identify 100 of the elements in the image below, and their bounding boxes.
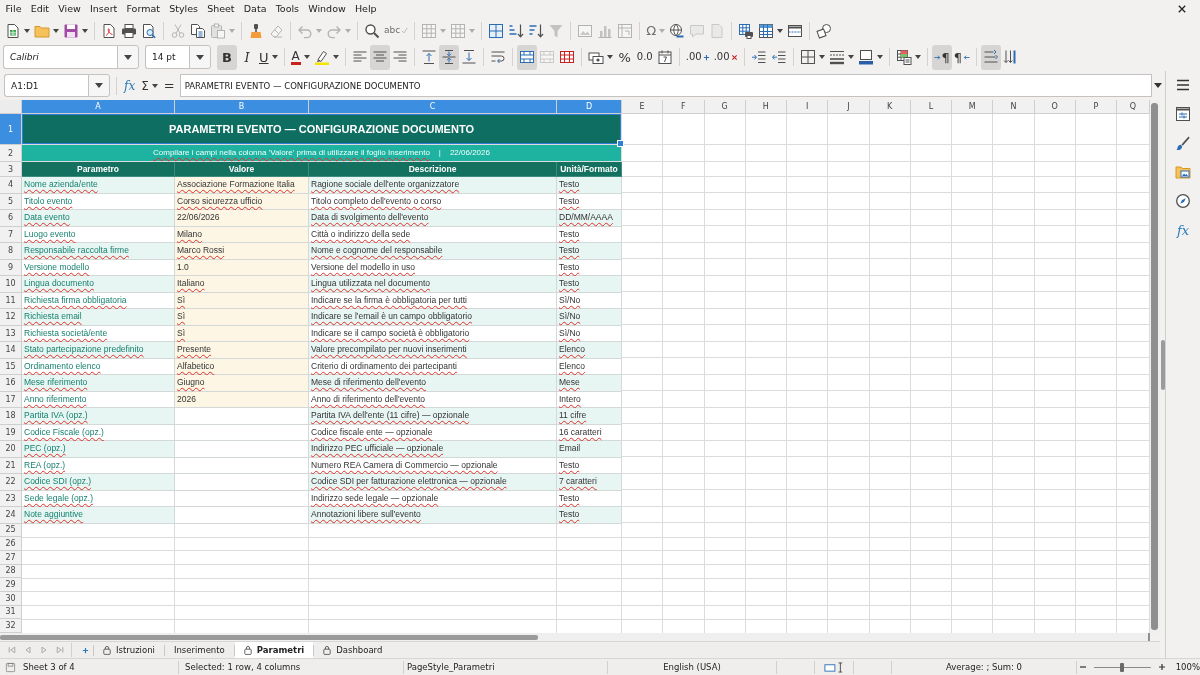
table-cell[interactable] — [175, 441, 309, 458]
menu-item[interactable]: Insert — [85, 1, 122, 17]
row-header[interactable]: 24 — [0, 507, 22, 524]
selection-mode-icon[interactable] — [824, 661, 844, 673]
row-header[interactable]: 18 — [0, 408, 22, 425]
menu-item[interactable]: File — [1, 1, 27, 17]
table-cell[interactable]: Presente — [175, 342, 309, 359]
table-cell[interactable]: Mese — [557, 375, 622, 392]
menu-item[interactable]: Edit — [26, 1, 54, 17]
table-cell[interactable]: Lingua utilizzata nel documento — [309, 276, 557, 293]
table-cell[interactable]: Indicare se il campo società è obbligatorio — [309, 325, 557, 342]
align-middle-button[interactable] — [438, 44, 459, 70]
row-header[interactable]: 12 — [0, 309, 22, 326]
table-cell[interactable]: Testo — [557, 490, 622, 507]
column-header[interactable]: J — [828, 100, 870, 114]
merge-center-button[interactable] — [516, 44, 537, 70]
row-header[interactable]: 20 — [0, 441, 22, 458]
row-header[interactable]: 3 — [0, 162, 22, 177]
table-cell[interactable]: Titolo evento — [22, 193, 175, 210]
table-cell[interactable]: Numero REA Camera di Commercio — opzionale — [309, 457, 557, 474]
scrollbar-thumb[interactable] — [0, 634, 538, 640]
menu-item[interactable]: Sheet — [202, 1, 240, 17]
merged-title-cell[interactable]: PARAMETRI EVENTO — CONFIGURAZIONE DOCUMENTO — [22, 114, 622, 145]
row-header[interactable]: 8 — [0, 243, 22, 260]
table-cell[interactable]: 7 caratteri — [557, 474, 622, 491]
row-header[interactable]: 10 — [0, 276, 22, 293]
menu-item[interactable]: Help — [350, 1, 382, 17]
table-cell[interactable]: Mese riferimento — [22, 375, 175, 392]
zoom-level[interactable]: 100% — [1175, 662, 1200, 672]
sidebar-handle[interactable] — [1160, 339, 1165, 390]
menu-item[interactable]: Format — [121, 1, 165, 17]
table-cell[interactable]: Lingua documento — [22, 276, 175, 293]
row-header[interactable]: 29 — [0, 578, 22, 592]
table-cell[interactable]: Codice fiscale ente — opzionale — [309, 424, 557, 441]
table-cell[interactable]: Nome azienda/ente — [22, 177, 175, 194]
table-cell[interactable]: Giugno — [175, 375, 309, 392]
table-cell[interactable]: Testo — [557, 507, 622, 524]
italic-button[interactable]: I — [237, 44, 257, 70]
table-cell[interactable]: Città o indirizzo della sede — [309, 226, 557, 243]
row-header[interactable]: 4 — [0, 177, 22, 194]
table-cell[interactable]: Note aggiuntive — [22, 507, 175, 524]
table-cell[interactable]: Mese di riferimento dell'evento — [309, 375, 557, 392]
column-header[interactable]: G — [704, 100, 746, 114]
table-cell[interactable]: Indirizzo sede legale — opzionale — [309, 490, 557, 507]
formula-button[interactable]: = — [160, 75, 178, 96]
font-name-field[interactable]: Calibri — [3, 45, 117, 69]
menu-item[interactable]: Window — [303, 1, 351, 17]
menu-item[interactable]: View — [53, 1, 86, 17]
column-header[interactable]: F — [663, 100, 705, 114]
table-cell[interactable]: Testo — [557, 177, 622, 194]
row-header[interactable]: 22 — [0, 474, 22, 491]
row-header[interactable]: 2 — [0, 145, 22, 162]
column-header[interactable]: M — [952, 100, 994, 114]
table-cell[interactable]: Titolo completo dell'evento o corso — [309, 193, 557, 210]
table-cell[interactable]: Italiano — [175, 276, 309, 293]
menu-item[interactable]: Styles — [164, 1, 203, 17]
number-format-button[interactable]: 0.0 — [634, 44, 655, 70]
function-wizard-button[interactable]: fx — [121, 75, 139, 96]
table-cell[interactable]: Testo — [557, 226, 622, 243]
font-size-field[interactable]: 14 pt — [145, 45, 189, 69]
functions-button[interactable]: fx — [1172, 220, 1194, 240]
row-header[interactable]: 26 — [0, 537, 22, 551]
menu-item[interactable]: Data — [239, 1, 272, 17]
dropdown-button[interactable] — [189, 45, 211, 69]
table-cell[interactable]: Email — [557, 441, 622, 458]
formula-input[interactable]: PARAMETRI EVENTO — CONFIGURAZIONE DOCUMENTO — [179, 74, 1152, 97]
percent-format-button[interactable]: % — [614, 44, 635, 70]
column-header[interactable]: L — [910, 100, 952, 114]
table-cell[interactable]: Testo — [557, 276, 622, 293]
table-cell[interactable]: Testo — [557, 243, 622, 260]
font-color-button[interactable]: A — [288, 44, 312, 70]
column-header[interactable]: P — [1075, 100, 1117, 114]
bold-button[interactable]: B — [217, 44, 237, 70]
table-cell[interactable]: Codice SDI per fatturazione elettronica — opzionale — [309, 474, 557, 491]
table-cell[interactable]: Valore precompilato per nuovi inserimenti — [309, 342, 557, 359]
fill-handle[interactable] — [617, 140, 624, 147]
cell-grid[interactable] — [0, 100, 1150, 633]
menu-item[interactable]: Tools — [271, 1, 304, 17]
table-cell[interactable]: Versione del modello in uso — [309, 259, 557, 276]
sheet-tab[interactable]: Dashboard — [314, 642, 392, 658]
language[interactable]: English (USA) — [663, 662, 721, 672]
dropdown-button[interactable] — [117, 45, 139, 69]
table-cell[interactable]: Indirizzo PEC ufficiale — opzionale — [309, 441, 557, 458]
table-cell[interactable]: Anno di riferimento dell'evento — [309, 391, 557, 408]
column-header[interactable]: O — [1034, 100, 1076, 114]
row-header[interactable]: 16 — [0, 375, 22, 392]
table-cell[interactable]: Stato partecipazione predefinito — [22, 342, 175, 359]
table-cell[interactable]: Responsabile raccolta firme — [22, 243, 175, 260]
table-cell[interactable]: Data evento — [22, 210, 175, 227]
table-cell[interactable]: Richiesta email — [22, 309, 175, 326]
table-cell[interactable]: 22/06/2026 — [175, 210, 309, 227]
left-to-right-button[interactable]: ¶ — [931, 44, 952, 70]
table-cell[interactable]: DD/MM/AAAA — [557, 210, 622, 227]
table-cell[interactable]: Elenco — [557, 342, 622, 359]
table-cell[interactable]: Sì — [175, 309, 309, 326]
table-cell[interactable]: Corso sicurezza ufficio — [175, 193, 309, 210]
table-cell[interactable]: Criterio di ordinamento dei partecipanti — [309, 358, 557, 375]
column-header[interactable]: H — [745, 100, 787, 114]
table-cell[interactable]: Codice SDI (opz.) — [22, 474, 175, 491]
close-button[interactable] — [1176, 3, 1188, 15]
